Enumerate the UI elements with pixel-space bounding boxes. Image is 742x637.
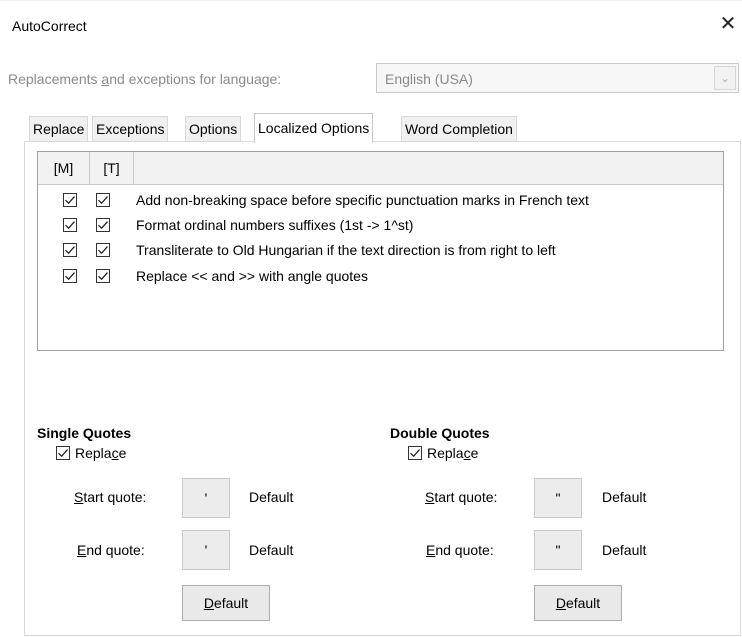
list-item-label: Transliterate to Old Hungarian if the te…: [136, 242, 556, 258]
list-item-label: Format ordinal numbers suffixes (1st -> …: [136, 217, 414, 233]
checkmark-icon: [98, 272, 108, 281]
label-mnemonic: c: [111, 445, 119, 461]
column-header-m[interactable]: [M]: [38, 152, 90, 184]
language-label-part: Replacements: [8, 71, 102, 87]
m-checkbox[interactable]: [63, 193, 77, 207]
double-default-button[interactable]: Default: [534, 585, 622, 621]
column-header-t[interactable]: [T]: [90, 152, 134, 184]
checkmark-icon: [65, 196, 75, 205]
checkmark-icon: [65, 246, 75, 255]
list-item[interactable]: Format ordinal numbers suffixes (1st -> …: [38, 215, 723, 239]
checkmark-icon: [98, 196, 108, 205]
chevron-down-icon[interactable]: ⌄: [714, 66, 736, 90]
single-end-quote-label: End quote:: [77, 542, 145, 558]
double-start-default: Default: [602, 489, 647, 505]
list-item-label: Replace << and >> with angle quotes: [136, 268, 368, 284]
checkmark-icon: [98, 246, 108, 255]
label-part: Repla: [427, 445, 464, 461]
checkmark-icon: [410, 449, 420, 458]
label-part: Repla: [75, 445, 112, 461]
list-item[interactable]: Replace << and >> with angle quotes: [38, 266, 723, 290]
checkmark-icon: [58, 449, 68, 458]
double-start-quote-label: Start quote:: [425, 489, 497, 505]
tab-exceptions[interactable]: Exceptions: [92, 116, 169, 142]
single-quotes-title: Single Quotes: [37, 425, 132, 441]
column-header-option[interactable]: [134, 152, 723, 184]
language-select-value: English (USA): [385, 71, 473, 87]
single-replace-check[interactable]: [56, 446, 70, 460]
single-end-quote-button[interactable]: ': [182, 530, 230, 570]
single-end-default: Default: [249, 542, 294, 558]
window-top-border: [0, 0, 742, 1]
label-part: nd quote:: [86, 542, 145, 558]
m-checkbox[interactable]: [63, 243, 77, 257]
double-replace-check[interactable]: [408, 446, 422, 460]
label-part: e: [118, 445, 127, 461]
window-title: AutoCorrect: [12, 18, 87, 34]
single-default-button[interactable]: Default: [182, 585, 270, 621]
label-part: efault: [213, 595, 249, 611]
label-mnemonic: S: [74, 489, 84, 505]
label-mnemonic: D: [555, 595, 566, 611]
tab-word-completion[interactable]: Word Completion: [401, 116, 517, 142]
t-checkbox[interactable]: [96, 218, 110, 232]
tab-replace[interactable]: Replace: [29, 116, 89, 142]
single-replace-label: Replace: [75, 445, 126, 461]
label-part: tart quote:: [434, 489, 498, 505]
single-start-quote-label: Start quote:: [74, 489, 146, 505]
double-end-quote-button[interactable]: ": [534, 530, 582, 570]
label-part: e: [470, 445, 479, 461]
localized-options-list[interactable]: [M] [T] Add non-breaking space before sp…: [37, 151, 724, 351]
list-item[interactable]: Transliterate to Old Hungarian if the te…: [38, 240, 723, 264]
label-part: tart quote:: [83, 489, 147, 505]
label-mnemonic: S: [425, 489, 435, 505]
double-end-quote-label: End quote:: [426, 542, 494, 558]
list-header: [M] [T]: [38, 152, 723, 185]
tab-localized-options[interactable]: Localized Options: [254, 113, 374, 143]
checkmark-icon: [98, 221, 108, 230]
list-item[interactable]: Add non-breaking space before specific p…: [38, 190, 723, 214]
label-part: nd quote:: [435, 542, 494, 558]
label-part: efault: [565, 595, 601, 611]
language-select[interactable]: English (USA) ⌄: [376, 63, 739, 93]
label-mnemonic: c: [463, 445, 471, 461]
double-quotes-title: Double Quotes: [390, 425, 490, 441]
double-replace-label: Replace: [427, 445, 478, 461]
single-start-default: Default: [249, 489, 294, 505]
double-start-quote-button[interactable]: ": [534, 478, 582, 518]
label-mnemonic: E: [426, 542, 436, 558]
tab-options[interactable]: Options: [185, 116, 242, 142]
double-end-default: Default: [602, 542, 647, 558]
language-label-part: nd exceptions for language:: [109, 71, 282, 87]
checkmark-icon: [65, 272, 75, 281]
list-item-label: Add non-breaking space before specific p…: [136, 192, 589, 208]
t-checkbox[interactable]: [96, 243, 110, 257]
m-checkbox[interactable]: [63, 269, 77, 283]
t-checkbox[interactable]: [96, 269, 110, 283]
label-mnemonic: E: [77, 542, 87, 558]
m-checkbox[interactable]: [63, 218, 77, 232]
checkmark-icon: [65, 221, 75, 230]
t-checkbox[interactable]: [96, 193, 110, 207]
label-mnemonic: D: [203, 595, 214, 611]
close-icon[interactable]: ✕: [716, 12, 740, 36]
language-label: Replacements and exceptions for language…: [8, 71, 281, 87]
single-start-quote-button[interactable]: ': [182, 478, 230, 518]
